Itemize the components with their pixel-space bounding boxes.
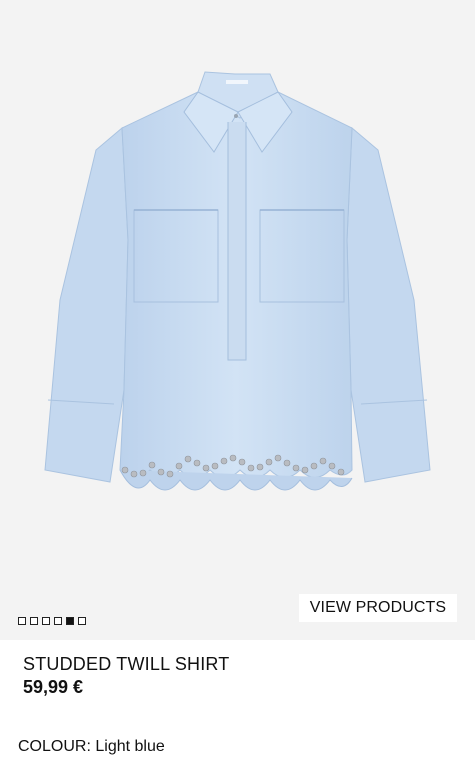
view-products-button[interactable]: VIEW PRODUCTS bbox=[299, 594, 457, 622]
product-title[interactable]: STUDDED TWILL SHIRT bbox=[23, 654, 230, 675]
colour-value: Light blue bbox=[95, 738, 165, 755]
product-price: 59,99 € bbox=[23, 677, 84, 697]
product-colour: COLOUR: Light blue bbox=[18, 738, 165, 756]
gallery-dot-2[interactable] bbox=[30, 617, 38, 625]
gallery-dot-4[interactable] bbox=[54, 617, 62, 625]
product-image-area[interactable]: VIEW PRODUCTS bbox=[0, 0, 475, 640]
gallery-dot-3[interactable] bbox=[42, 617, 50, 625]
colour-label: COLOUR: bbox=[18, 738, 91, 755]
gallery-dot-6[interactable] bbox=[78, 617, 86, 625]
gallery-dot-5-active[interactable] bbox=[66, 617, 74, 625]
gallery-pagination bbox=[18, 617, 86, 625]
gallery-dot-1[interactable] bbox=[18, 617, 26, 625]
shirt-image bbox=[44, 71, 431, 491]
